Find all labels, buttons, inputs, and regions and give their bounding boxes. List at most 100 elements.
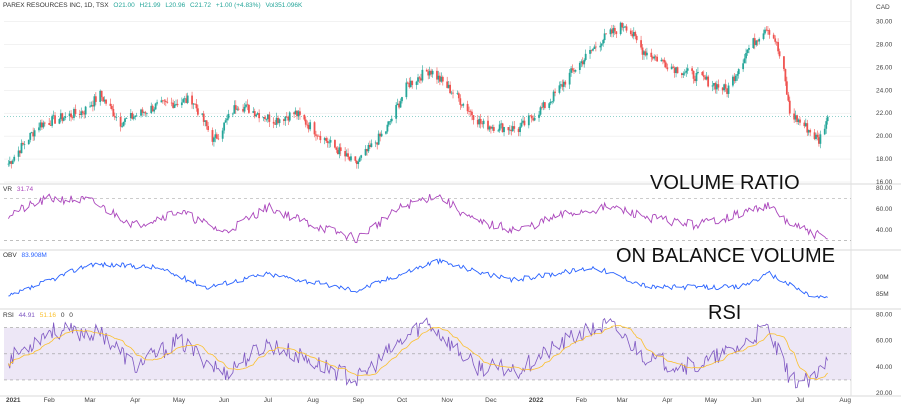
vr-series-line: [8, 193, 828, 244]
candle-body: [574, 70, 577, 72]
symbol-line: PAREX RESOURCES INC, 1D, TSX: [3, 2, 109, 9]
candle-body: [466, 103, 469, 112]
close-value: C21.72: [190, 2, 211, 9]
candle-body: [180, 102, 183, 106]
candle-body: [166, 101, 169, 103]
candle-body: [112, 109, 115, 117]
rsi-tick-label: 20.00: [876, 390, 893, 397]
candle-body: [551, 101, 554, 103]
candle-body: [156, 102, 158, 104]
price-tick-label: 28.00: [876, 41, 893, 48]
candle-body: [682, 73, 685, 76]
candle-body: [724, 84, 727, 89]
candle-body: [389, 121, 392, 122]
candle-body: [539, 107, 542, 115]
candle-body: [548, 103, 551, 108]
candle-body: [186, 95, 189, 103]
candle-body: [621, 22, 624, 28]
x-axis-tick-label: Jul: [796, 397, 805, 404]
candle-body: [325, 138, 328, 142]
candle-body: [153, 109, 156, 112]
candle-body: [395, 105, 398, 119]
candle-body: [768, 30, 771, 35]
candle-body: [634, 32, 637, 36]
candle-body: [319, 135, 322, 141]
candle-body: [701, 71, 704, 76]
candle-body: [799, 119, 801, 123]
candle-body: [13, 156, 16, 161]
candle-body: [482, 120, 485, 125]
candle-body: [313, 122, 316, 135]
candle-body: [217, 138, 220, 140]
vr-tick-label: 60.00: [876, 206, 893, 213]
candle-body: [702, 75, 705, 77]
candle-body: [554, 91, 556, 93]
x-axis-tick-label: Apr: [130, 397, 141, 404]
price-header: PAREX RESOURCES INC, 1D, TSX O21.00 H21.…: [3, 2, 305, 9]
chart-canvas[interactable]: 2021 Feb Mar Apr May Jun Jul Aug Sep Oct Nov Dec 202…: [0, 0, 901, 407]
candle-body: [231, 113, 234, 115]
candle-body: [303, 114, 306, 120]
x-axis-tick-label: Mar: [617, 397, 629, 404]
candle-body: [339, 147, 342, 152]
candle-body: [584, 53, 587, 60]
candle-body: [268, 114, 271, 122]
candle-body: [223, 122, 226, 131]
candle-body: [196, 108, 199, 115]
candle-body: [746, 49, 749, 54]
candle-body: [360, 155, 363, 158]
candle-body: [258, 113, 261, 119]
candle-body: [226, 118, 228, 121]
candle-body: [425, 69, 428, 72]
obv-tick-label: 90M: [876, 274, 889, 281]
candle-body: [663, 59, 666, 63]
candle-body: [691, 68, 693, 71]
obv-value: 83.908M: [21, 252, 47, 259]
x-axis-tick-label: 2022: [529, 397, 544, 404]
candle-body: [7, 163, 10, 165]
candle-body: [272, 121, 275, 124]
candle-body: [27, 139, 30, 145]
candle-body: [51, 116, 54, 126]
x-axis-tick-label: Jun: [751, 397, 762, 404]
x-axis-tick-label: Jun: [219, 397, 230, 404]
candle-body: [472, 115, 475, 120]
candle-body: [121, 126, 123, 128]
candle-body: [449, 84, 451, 94]
candle-body: [520, 122, 523, 127]
candle-body: [825, 121, 828, 129]
candle-body: [386, 124, 389, 132]
candle-body: [600, 43, 603, 46]
candle-body: [734, 75, 737, 81]
candle-body: [543, 102, 546, 108]
candle-body: [558, 85, 561, 93]
candle-body: [38, 127, 40, 131]
candle-body: [594, 46, 597, 48]
candle-body: [527, 115, 530, 126]
candle-body: [498, 124, 501, 131]
vr-value: 31.74: [16, 186, 34, 193]
candle-body: [650, 52, 653, 58]
candle-body: [431, 70, 434, 75]
chart-stage[interactable]: 2021 Feb Mar Apr May Jun Jul Aug Sep Oct Nov Dec 202…: [0, 0, 901, 407]
candle-body: [154, 103, 157, 110]
candle-body: [711, 85, 714, 87]
candle-body: [602, 40, 605, 44]
candle-body: [132, 116, 135, 119]
candle-body: [70, 113, 72, 118]
obv-tick-label: 85M: [876, 291, 889, 298]
candle-body: [503, 127, 505, 133]
candle-body: [685, 70, 688, 73]
candle-body: [656, 56, 659, 62]
candle-body: [380, 133, 383, 137]
candle-body: [370, 143, 373, 148]
candle-body: [164, 100, 167, 102]
candle-body: [538, 114, 540, 118]
candle-body: [743, 58, 746, 64]
candle-body: [615, 31, 618, 35]
candle-body: [625, 26, 628, 31]
volume-value: Vol351.096K: [265, 2, 303, 9]
candle-body: [599, 45, 602, 48]
rsi-legend: RSI 44.91 51.16 0 0: [3, 312, 76, 319]
candle-body: [309, 122, 312, 130]
